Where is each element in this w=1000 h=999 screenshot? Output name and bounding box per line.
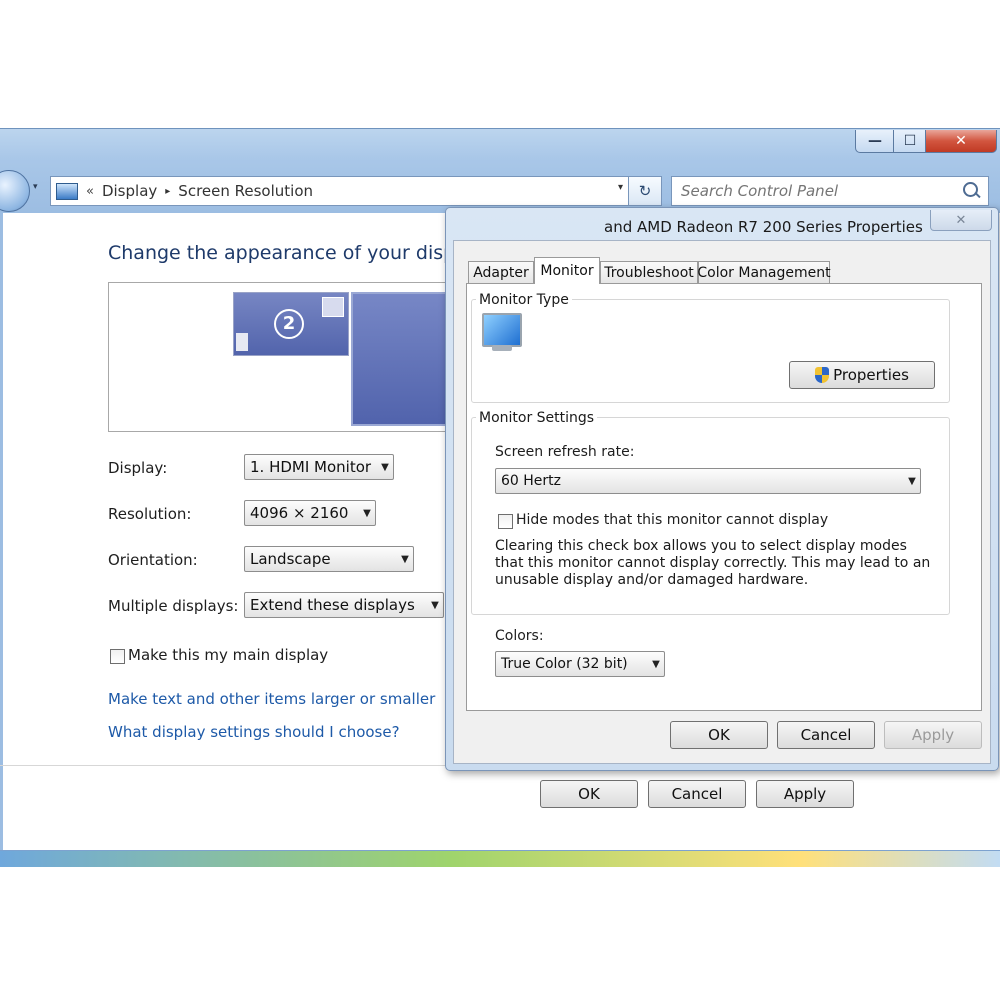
search-box[interactable] bbox=[671, 176, 989, 206]
monitor-2-number: 2 bbox=[274, 309, 304, 339]
resolution-select-value: 4096 × 2160 bbox=[250, 504, 349, 522]
display-select[interactable]: 1. HDMI Monitor ▼ bbox=[244, 454, 394, 480]
monitor-icon bbox=[482, 313, 522, 347]
tab-monitor[interactable]: Monitor bbox=[534, 257, 600, 284]
dialog-cancel-button[interactable]: Cancel bbox=[777, 721, 875, 749]
hide-modes-checkbox[interactable] bbox=[498, 514, 513, 529]
breadcrumb-display[interactable]: Display bbox=[102, 182, 157, 200]
dialog-apply-button[interactable]: Apply bbox=[884, 721, 982, 749]
resolution-label: Resolution: bbox=[108, 505, 192, 523]
dialog-body: Adapter Monitor Troubleshoot Color Manag… bbox=[453, 240, 991, 764]
recent-pages-dropdown[interactable]: ▾ bbox=[33, 182, 38, 192]
monitor-settings-label: Monitor Settings bbox=[476, 410, 598, 426]
chevron-down-icon: ▼ bbox=[431, 599, 439, 611]
main-display-checkbox-label[interactable]: Make this my main display bbox=[128, 646, 328, 664]
control-panel-icon bbox=[56, 182, 78, 200]
orientation-select[interactable]: Landscape ▼ bbox=[244, 546, 414, 572]
page-title: Change the appearance of your displays bbox=[108, 242, 494, 264]
multiple-displays-label: Multiple displays: bbox=[108, 597, 239, 615]
maximize-button[interactable]: ☐ bbox=[893, 130, 927, 153]
search-input[interactable] bbox=[672, 177, 963, 205]
dialog-title: and AMD Radeon R7 200 Series Properties bbox=[604, 218, 923, 236]
chevron-down-icon: ▼ bbox=[652, 658, 660, 670]
window-thumbnail-icon bbox=[236, 333, 248, 351]
monitor-properties-button[interactable]: Properties bbox=[789, 361, 935, 389]
colors-label: Colors: bbox=[495, 628, 544, 644]
colors-value: True Color (32 bit) bbox=[501, 656, 628, 672]
chevron-down-icon: ▼ bbox=[381, 461, 389, 473]
text-size-link[interactable]: Make text and other items larger or smal… bbox=[108, 690, 435, 708]
ok-button[interactable]: OK bbox=[540, 780, 638, 808]
refresh-rate-label: Screen refresh rate: bbox=[495, 444, 635, 460]
hide-modes-label[interactable]: Hide modes that this monitor cannot disp… bbox=[516, 512, 828, 528]
display-label: Display: bbox=[108, 459, 168, 477]
apply-button[interactable]: Apply bbox=[756, 780, 854, 808]
minimize-button[interactable]: — bbox=[855, 130, 895, 153]
resolution-select[interactable]: 4096 × 2160 ▼ bbox=[244, 500, 376, 526]
breadcrumb-screen-resolution[interactable]: Screen Resolution bbox=[178, 182, 313, 200]
cancel-button[interactable]: Cancel bbox=[648, 780, 746, 808]
address-dropdown-icon[interactable]: ▾ bbox=[618, 182, 623, 193]
address-bar[interactable]: « Display ▸ Screen Resolution ▾ bbox=[50, 176, 630, 206]
tab-troubleshoot[interactable]: Troubleshoot bbox=[600, 261, 698, 283]
monitor-stand-icon bbox=[492, 345, 512, 351]
divider bbox=[0, 765, 445, 766]
monitor-2-tile[interactable]: 2 bbox=[233, 292, 349, 356]
window-bottom-edge bbox=[0, 850, 1000, 867]
close-button[interactable]: ✕ bbox=[925, 130, 997, 153]
chevron-down-icon: ▼ bbox=[401, 553, 409, 565]
chevron-down-icon: ▼ bbox=[363, 507, 371, 519]
multiple-displays-select[interactable]: Extend these displays ▼ bbox=[244, 592, 444, 618]
main-display-checkbox[interactable] bbox=[110, 649, 125, 664]
refresh-button[interactable]: ↻ bbox=[628, 176, 662, 206]
properties-button-label: Properties bbox=[833, 366, 909, 384]
display-select-value: 1. HDMI Monitor bbox=[250, 458, 372, 476]
orientation-label: Orientation: bbox=[108, 551, 198, 569]
orientation-select-value: Landscape bbox=[250, 550, 331, 568]
tab-color-management[interactable]: Color Management bbox=[697, 261, 831, 283]
refresh-rate-select[interactable]: 60 Hertz ▼ bbox=[495, 468, 921, 494]
dialog-close-button[interactable]: ✕ bbox=[930, 210, 992, 231]
colors-select[interactable]: True Color (32 bit) ▼ bbox=[495, 651, 665, 677]
breadcrumb-overflow[interactable]: « bbox=[86, 184, 94, 199]
adapter-properties-dialog: and AMD Radeon R7 200 Series Properties … bbox=[445, 207, 999, 771]
hide-modes-warning: Clearing this check box allows you to se… bbox=[495, 538, 931, 588]
chevron-down-icon: ▼ bbox=[908, 475, 916, 487]
search-icon[interactable] bbox=[963, 182, 978, 197]
breadcrumb-separator-icon[interactable]: ▸ bbox=[165, 186, 170, 197]
refresh-rate-value: 60 Hertz bbox=[501, 473, 561, 489]
multiple-displays-select-value: Extend these displays bbox=[250, 596, 415, 614]
uac-shield-icon bbox=[815, 367, 830, 383]
window-thumbnail-icon bbox=[322, 297, 344, 317]
display-settings-help-link[interactable]: What display settings should I choose? bbox=[108, 723, 400, 741]
tab-adapter[interactable]: Adapter bbox=[468, 261, 534, 283]
monitor-type-label: Monitor Type bbox=[476, 292, 572, 308]
dialog-ok-button[interactable]: OK bbox=[670, 721, 768, 749]
